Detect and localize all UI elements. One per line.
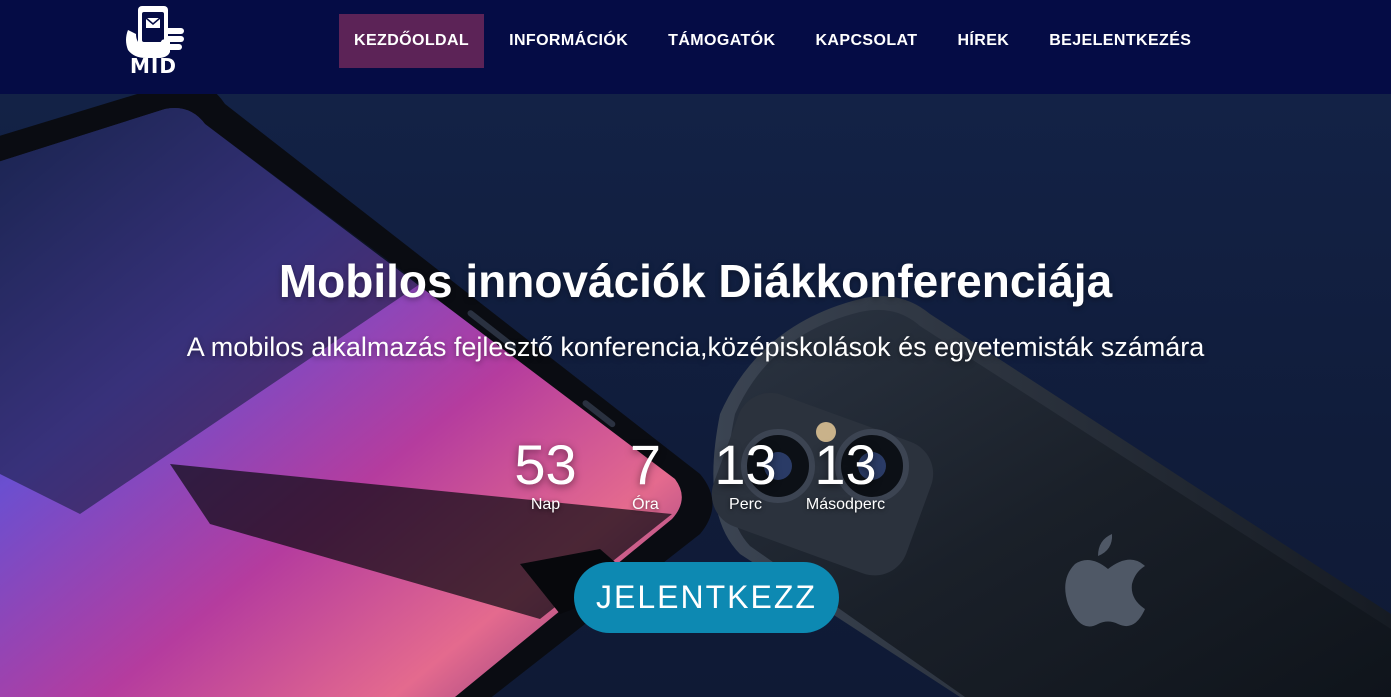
register-button[interactable]: JELENTKEZZ xyxy=(574,562,839,633)
hero-title: Mobilos innovációk Diákkonferenciája xyxy=(278,255,1113,307)
countdown-minutes: 13 Perc xyxy=(706,436,786,514)
countdown: 53 Nap 7 Óra 13 Perc 13 Másodperc xyxy=(0,436,1391,514)
countdown-minutes-label: Perc xyxy=(729,496,762,513)
countdown-hours-label: Óra xyxy=(632,496,659,513)
countdown-days-value: 53 xyxy=(514,433,577,496)
nav-item-sponsors[interactable]: TÁMOGATÓK xyxy=(653,14,790,68)
nav-item-home[interactable]: KEZDŐOLDAL xyxy=(339,14,485,68)
hero-section: Mobilos innovációk Diákkonferenciája A m… xyxy=(0,94,1391,697)
nav-item-login[interactable]: BEJELENTKEZÉS xyxy=(1034,14,1206,68)
countdown-hours-value: 7 xyxy=(629,433,662,496)
countdown-days-label: Nap xyxy=(530,496,561,513)
hero-subtitle: A mobilos alkalmazás fejlesztő konferenc… xyxy=(186,332,1205,362)
countdown-seconds: 13 Másodperc xyxy=(806,436,886,514)
logo-text: MID xyxy=(130,54,177,78)
nav-item-contact[interactable]: KAPCSOLAT xyxy=(800,14,932,68)
nav-item-news[interactable]: HÍREK xyxy=(942,14,1024,68)
countdown-hours: 7 Óra xyxy=(606,436,686,514)
navbar: MID KEZDŐOLDAL INFORMÁCIÓK TÁMOGATÓK KAP… xyxy=(0,0,1391,94)
main-nav: KEZDŐOLDAL INFORMÁCIÓK TÁMOGATÓK KAPCSOL… xyxy=(339,14,1206,68)
countdown-seconds-value: 13 xyxy=(814,433,877,496)
countdown-minutes-value: 13 xyxy=(714,433,777,496)
nav-item-info[interactable]: INFORMÁCIÓK xyxy=(494,14,643,68)
countdown-days: 53 Nap xyxy=(506,436,586,514)
countdown-seconds-label: Másodperc xyxy=(805,496,886,513)
